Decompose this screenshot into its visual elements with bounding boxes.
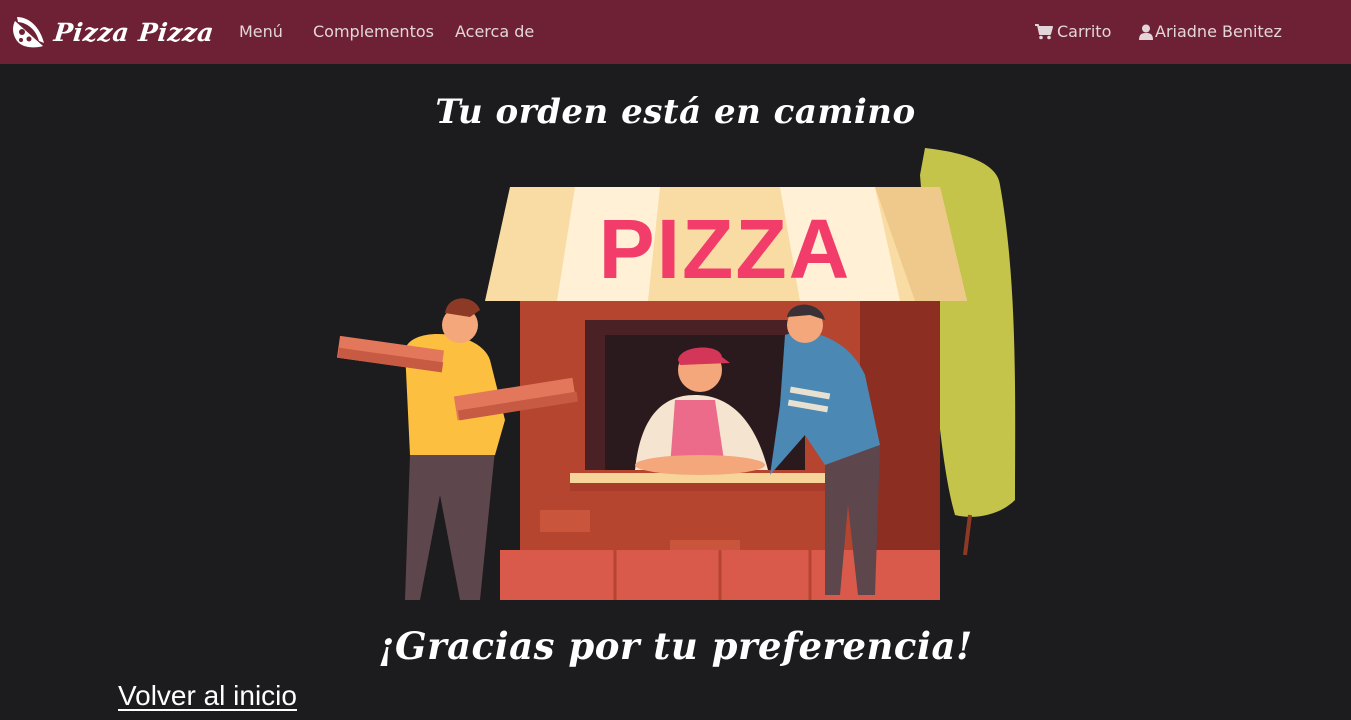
- user-icon: [1139, 24, 1153, 40]
- pizza-stand-illustration: PIZZA: [336, 148, 1016, 600]
- shopping-cart-icon: [1035, 24, 1053, 40]
- nav-link-acerca-de[interactable]: Acerca de: [455, 22, 534, 42]
- brand-logo-link[interactable]: Pizza Pizza: [12, 13, 216, 51]
- pizza-slice-icon: [13, 17, 44, 48]
- thanks-message: ¡Gracias por tu preferencia!: [378, 624, 973, 668]
- back-to-home-link[interactable]: Volver al inicio: [118, 680, 297, 712]
- nav-link-menu[interactable]: Menú: [239, 22, 283, 42]
- nav-link-complementos[interactable]: Complementos: [313, 22, 434, 42]
- user-menu-link[interactable]: Ariadne Benitez: [1139, 22, 1282, 42]
- illustration-sign-text: PIZZA: [599, 202, 852, 296]
- user-name: Ariadne Benitez: [1155, 22, 1282, 41]
- cart-label: Carrito: [1057, 22, 1112, 41]
- cart-link[interactable]: Carrito: [1035, 22, 1111, 42]
- page-title: Tu orden está en camino: [435, 92, 916, 132]
- brand-name: Pizza Pizza: [52, 17, 216, 47]
- top-navbar: Pizza Pizza Menú Complementos Acerca de …: [0, 0, 1351, 64]
